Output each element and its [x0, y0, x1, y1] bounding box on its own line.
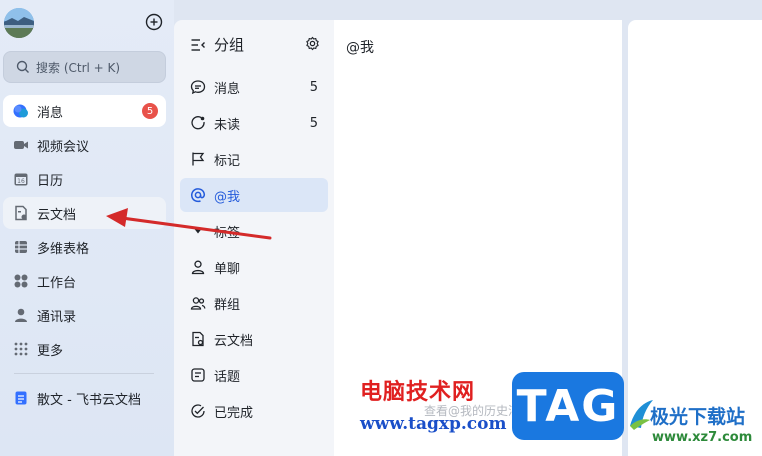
contacts-icon	[13, 307, 29, 323]
watermark-cn-text: 电脑技术网	[360, 379, 476, 405]
group-item-label: 已完成	[214, 405, 254, 421]
sidebar-item-workplace[interactable]: 工作台	[3, 265, 166, 297]
group-item-done[interactable]: 已完成	[180, 394, 328, 428]
sidebar-item-label: 通讯录	[37, 309, 77, 325]
topic-icon	[190, 367, 206, 383]
sidebar-item-bitable[interactable]: 多维表格	[3, 231, 166, 263]
sidebar-pinned-doc[interactable]: 散文 - 飞书云文档	[3, 382, 166, 414]
cloud-doc-icon	[13, 205, 29, 221]
sidebar-item-label: 视频会议	[37, 139, 90, 155]
sidebar-item-calendar[interactable]: 16 日历	[3, 163, 166, 195]
group-item-count: 5	[309, 115, 318, 131]
sidebar-item-label: 消息	[37, 105, 64, 121]
group-title: 分组	[214, 36, 245, 54]
group-item-count: 5	[309, 79, 318, 95]
apps-grid-icon	[13, 273, 29, 289]
group-item-label: 话题	[214, 369, 241, 385]
group-panel: 分组 消息 5 未读 5 标记 @我 标签 单聊 群组 云文档 话题 已完成	[174, 20, 334, 456]
watermark-site-url: www.xz7.com	[652, 430, 753, 445]
plus-circle-icon	[145, 13, 163, 31]
sidebar-item-label: 日历	[37, 173, 64, 189]
gear-icon	[306, 36, 319, 51]
watermark-site-name: 极光下载站	[650, 406, 746, 428]
unread-icon	[190, 115, 206, 131]
group-item-label: @我	[214, 189, 241, 205]
calendar-icon: 16	[13, 171, 29, 187]
search-icon	[16, 60, 30, 74]
cloud-doc-outline-icon	[190, 331, 206, 347]
group-people-icon	[190, 295, 206, 311]
flag-icon	[190, 151, 206, 167]
check-circle-icon	[190, 403, 206, 419]
group-item-label: 标签	[214, 225, 241, 241]
group-item-mentions[interactable]: @我	[180, 178, 328, 212]
dots-grid-icon	[13, 341, 29, 357]
video-camera-icon	[13, 137, 29, 153]
sidebar-item-label: 云文档	[37, 207, 77, 223]
left-sidebar: 搜索 (Ctrl + K) 消息 5 视频会议 16 日历 云文档 多维表格 工…	[0, 0, 174, 456]
search-placeholder: 搜索 (Ctrl + K)	[36, 60, 121, 75]
sidebar-item-video-meeting[interactable]: 视频会议	[3, 129, 166, 161]
group-item-label: 群组	[214, 297, 241, 313]
search-input[interactable]: 搜索 (Ctrl + K)	[3, 51, 166, 83]
sidebar-item-messages[interactable]: 消息 5	[3, 95, 166, 127]
group-item-messages[interactable]: 消息 5	[180, 70, 328, 104]
watermark-url: www.tagxp.com	[360, 414, 507, 434]
sidebar-item-label: 更多	[37, 343, 64, 359]
group-item-flagged[interactable]: 标记	[180, 142, 328, 176]
group-item-label: 单聊	[214, 261, 241, 277]
sidebar-item-label: 工作台	[37, 275, 77, 291]
caret-down-icon	[190, 223, 206, 239]
sidebar-item-cloud-docs[interactable]: 云文档	[3, 197, 166, 229]
sidebar-item-more[interactable]: 更多	[3, 333, 166, 365]
group-item-direct-chats[interactable]: 单聊	[180, 250, 328, 284]
group-item-label: 标记	[214, 153, 241, 169]
sidebar-item-label: 散文 - 飞书云文档	[37, 392, 141, 408]
collapse-menu-icon[interactable]	[190, 37, 206, 53]
user-avatar[interactable]	[4, 8, 34, 38]
group-item-topics[interactable]: 话题	[180, 358, 328, 392]
svg-text:16: 16	[17, 178, 25, 185]
watermark-tag-logo: TAG	[512, 372, 624, 440]
unread-badge: 5	[142, 103, 158, 119]
chat-bubble-outline-icon	[190, 79, 206, 95]
sidebar-divider	[14, 373, 154, 374]
group-item-unread[interactable]: 未读 5	[180, 106, 328, 140]
group-item-groups[interactable]: 群组	[180, 286, 328, 320]
chat-bubble-icon	[13, 103, 29, 119]
group-item-label: 云文档	[214, 333, 254, 349]
chat-detail-panel	[628, 20, 762, 456]
message-panel-title: @我	[346, 40, 374, 56]
group-settings-button[interactable]	[305, 36, 320, 51]
sidebar-item-contacts[interactable]: 通讯录	[3, 299, 166, 331]
sidebar-item-label: 多维表格	[37, 241, 90, 257]
group-item-label: 消息	[214, 81, 241, 97]
document-icon	[13, 390, 29, 406]
group-item-label: 未读	[214, 117, 241, 133]
at-sign-icon	[190, 187, 206, 203]
table-icon	[13, 239, 29, 255]
group-item-tags[interactable]: 标签	[180, 214, 328, 248]
group-header: 分组	[190, 34, 244, 55]
add-button[interactable]	[144, 12, 164, 32]
group-item-cloud-docs[interactable]: 云文档	[180, 322, 328, 356]
person-icon	[190, 259, 206, 275]
